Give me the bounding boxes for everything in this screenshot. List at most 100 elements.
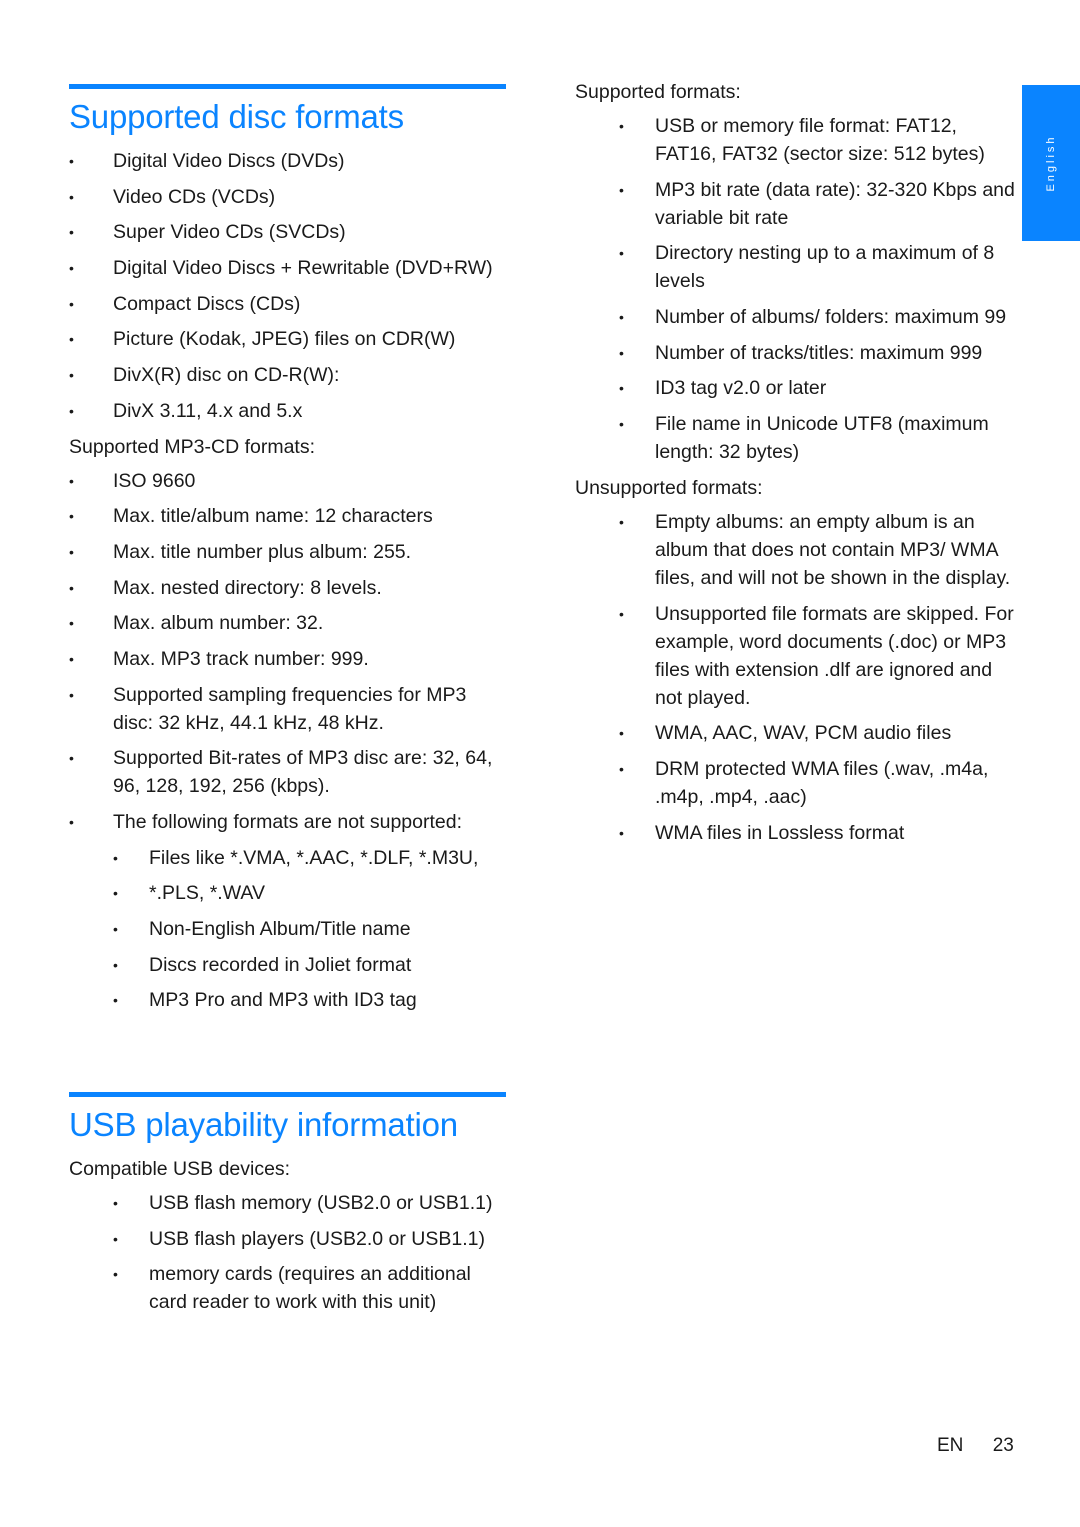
bullet-icon: • xyxy=(619,824,624,841)
list-item: • memory cards (requires an additional ca… xyxy=(69,1260,506,1316)
list-item: • USB flash memory (USB2.0 or USB1.1) xyxy=(69,1189,506,1217)
section-rule xyxy=(69,84,506,89)
mp3cd-formats-list: • ISO 9660 • Max. title/album name: 12 char… xyxy=(69,467,506,837)
list-item: • Max. title number plus album: 255. xyxy=(69,538,506,566)
list-item: • Video CDs (VCDs) xyxy=(69,183,506,211)
section-title-usb: USB playability information xyxy=(69,1106,458,1143)
list-item: • Max. MP3 track number: 999. xyxy=(69,645,506,673)
list-item-text: Digital Video Discs + Rewritable (DVD+RW… xyxy=(113,257,493,280)
page-number: 23 xyxy=(992,1435,1014,1456)
bullet-icon: • xyxy=(113,992,118,1009)
list-item: • Unsupported file formats are skipped. F… xyxy=(575,600,1015,712)
language-tab: English xyxy=(1022,85,1080,241)
bullet-icon: • xyxy=(69,260,74,277)
bullet-icon: • xyxy=(69,615,74,632)
list-item: • Discs recorded in Joliet format xyxy=(69,951,506,979)
list-item: • ID3 tag v2.0 or later xyxy=(575,374,1015,402)
list-item: • DRM protected WMA files (.wav, .m4a, .m… xyxy=(575,755,1015,811)
not-supported-list: • Files like *.VMA, *.AAC, *.DLF, *.M3U, •… xyxy=(69,844,506,1015)
list-item-text: USB flash memory (USB2.0 or USB1.1) xyxy=(149,1192,493,1214)
bullet-icon: • xyxy=(69,508,74,525)
list-item: • MP3 bit rate (data rate): 32-320 Kbps a… xyxy=(575,176,1015,232)
list-item: • Number of tracks/titles: maximum 999 xyxy=(575,339,1015,367)
list-item: • *.PLS, *.WAV xyxy=(69,879,506,907)
list-item: • WMA, AAC, WAV, PCM audio files xyxy=(575,719,1015,747)
disc-formats-section: Supported disc formats • Digital Video Di… xyxy=(69,84,506,1022)
list-item-text: Max. album number: 32. xyxy=(113,612,324,635)
list-item-text: Picture (Kodak, JPEG) files on CDR(W) xyxy=(113,328,456,351)
bullet-icon: • xyxy=(69,579,74,596)
disc-formats-list: • Digital Video Discs (DVDs) • Video CDs (V… xyxy=(69,147,506,425)
mp3cd-heading: Supported MP3-CD formats: xyxy=(69,435,316,458)
page-footer: EN 23 xyxy=(937,1435,1014,1457)
bullet-icon: • xyxy=(69,686,74,703)
list-item-text: WMA, AAC, WAV, PCM audio files xyxy=(655,722,952,745)
list-item-text: Unsupported file formats are skipped. Fo… xyxy=(655,602,1014,709)
compatible-usb-heading: Compatible USB devices: xyxy=(69,1158,291,1180)
bullet-icon: • xyxy=(113,849,118,866)
list-item-text: Max. title number plus album: 255. xyxy=(113,540,412,563)
bullet-icon: • xyxy=(619,380,624,397)
list-item-text: Non-English Album/Title name xyxy=(149,918,411,941)
list-item-text: Digital Video Discs (DVDs) xyxy=(113,150,345,172)
bullet-icon: • xyxy=(619,309,624,326)
list-item: • Number of albums/ folders: maximum 99 xyxy=(575,303,1015,331)
list-item: • Files like *.VMA, *.AAC, *.DLF, *.M3U, xyxy=(69,844,506,872)
bullet-icon: • xyxy=(69,472,74,489)
list-item-text: The following formats are not supported: xyxy=(113,811,463,833)
list-item-text: Max. MP3 track number: 999. xyxy=(113,647,369,670)
bullet-icon: • xyxy=(113,1230,118,1247)
list-item-text: memory cards (requires an additional car… xyxy=(149,1263,471,1314)
list-item-text: Discs recorded in Joliet format xyxy=(149,953,412,976)
list-item-text: DRM protected WMA files (.wav, .m4a, .m4… xyxy=(655,757,989,808)
usb-section: USB playability information Compatible U… xyxy=(69,1092,506,1324)
list-item: • The following formats are not supported… xyxy=(69,808,506,836)
bullet-icon: • xyxy=(113,956,118,973)
section-rule xyxy=(69,1092,506,1097)
footer-language: EN xyxy=(937,1435,964,1456)
bullet-icon: • xyxy=(619,181,624,198)
bullet-icon: • xyxy=(113,1195,118,1211)
bullet-icon: • xyxy=(619,725,624,742)
list-item: • Max. title/album name: 12 characters xyxy=(69,502,506,530)
bullet-icon: • xyxy=(69,814,74,830)
list-item-text: Compact Discs (CDs) xyxy=(113,292,301,315)
list-item-text: USB or memory file format: FAT12, FAT16,… xyxy=(655,115,985,165)
supported-formats-heading: Supported formats: xyxy=(575,81,741,103)
list-item-text: Files like *.VMA, *.AAC, *.DLF, *.M3U, xyxy=(149,846,479,869)
bullet-icon: • xyxy=(619,118,624,134)
list-item-text: *.PLS, *.WAV xyxy=(149,882,265,905)
language-tab-label: English xyxy=(1045,134,1057,192)
list-item-text: Super Video CDs (SVCDs) xyxy=(113,221,346,244)
bullet-icon: • xyxy=(69,367,74,384)
list-item-text: ID3 tag v2.0 or later xyxy=(655,377,827,400)
list-item: • Picture (Kodak, JPEG) files on CDR(W) xyxy=(69,325,506,353)
bullet-icon: • xyxy=(619,760,624,777)
section-title-disc-formats: Supported disc formats xyxy=(69,98,404,135)
list-item-text: Number of albums/ folders: maximum 99 xyxy=(655,306,1007,329)
unsupported-formats-heading: Unsupported formats: xyxy=(575,476,763,499)
list-item: • Supported Bit-rates of MP3 disc are: 32… xyxy=(69,744,506,800)
bullet-icon: • xyxy=(619,245,624,262)
list-item: • ISO 9660 xyxy=(69,467,506,495)
list-item-text: Max. nested directory: 8 levels. xyxy=(113,576,382,599)
bullet-icon: • xyxy=(69,650,74,667)
list-item-text: MP3 Pro and MP3 with ID3 tag xyxy=(149,989,417,1012)
bullet-icon: • xyxy=(619,513,624,530)
list-item: • Directory nesting up to a maximum of 8 … xyxy=(575,239,1015,295)
list-item: • Supported sampling frequencies for MP3 … xyxy=(69,681,506,737)
bullet-icon: • xyxy=(69,188,74,205)
list-item-text: MP3 bit rate (data rate): 32-320 Kbps an… xyxy=(655,178,1015,229)
compatible-usb-list: • USB flash memory (USB2.0 or USB1.1) • USB… xyxy=(69,1189,506,1316)
list-item-text: USB flash players (USB2.0 or USB1.1) xyxy=(149,1227,485,1250)
list-item-text: DivX 3.11, 4.x and 5.x xyxy=(113,399,303,422)
list-item-text: Number of tracks/titles: maximum 999 xyxy=(655,341,983,364)
list-item-text: Empty albums: an empty album is an album… xyxy=(655,510,1011,589)
bullet-icon: • xyxy=(619,416,624,433)
bullet-icon: • xyxy=(619,344,624,361)
list-item-text: Supported Bit-rates of MP3 disc are: 32,… xyxy=(113,747,493,798)
list-item-text: WMA files in Lossless format xyxy=(655,821,905,844)
bullet-icon: • xyxy=(113,1266,118,1283)
list-item-text: ISO 9660 xyxy=(113,469,196,492)
list-item-text: Directory nesting up to a maximum of 8 l… xyxy=(655,242,995,293)
